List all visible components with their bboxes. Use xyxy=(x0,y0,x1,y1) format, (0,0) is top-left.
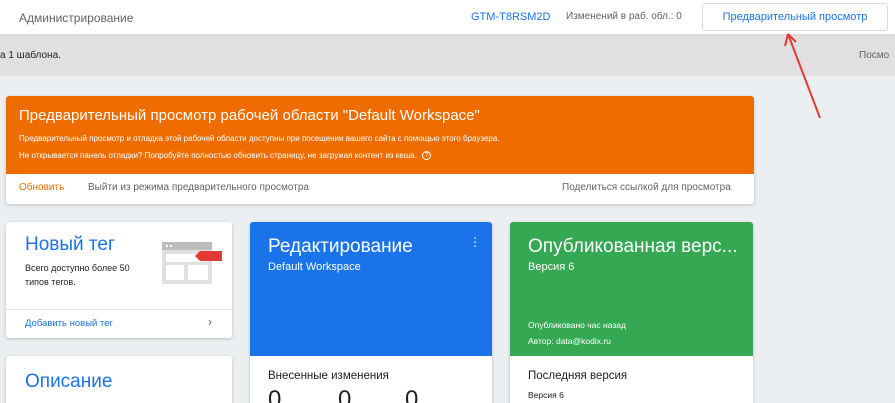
exit-preview-link[interactable]: Выйти из режима предварительного просмот… xyxy=(88,182,309,193)
published-time: Опубликовано час назад xyxy=(528,320,626,330)
top-bar: Администрирование GTM-T8RSM2D Изменений … xyxy=(0,0,895,35)
more-vert-icon[interactable]: ⋮ xyxy=(469,236,481,248)
workspace-edit-title: Редактирование xyxy=(268,236,413,257)
subbar-right-text: Посмо xyxy=(859,50,890,61)
new-tag-title[interactable]: Новый тег xyxy=(25,234,115,256)
preview-banner-line1: Предварительный просмотр и отладка этой … xyxy=(19,134,500,143)
published-version-header: Опубликованная верс... Версия 6 Опублико… xyxy=(510,222,753,356)
share-preview-link[interactable]: Поделиться ссылкой для просмотра xyxy=(562,182,731,193)
tag-illustration-icon xyxy=(162,242,222,284)
workspace-name: Default Workspace xyxy=(268,261,361,273)
published-version-card[interactable]: Опубликованная верс... Версия 6 Опублико… xyxy=(510,222,753,403)
latest-version-title: Последняя версия xyxy=(528,370,628,382)
help-icon[interactable]: ? xyxy=(421,151,431,160)
preview-banner-title: Предварительный просмотр рабочей области… xyxy=(19,107,480,124)
change-count: 0 xyxy=(338,386,352,403)
workspace-edit-card[interactable]: Редактирование Default Workspace ⋮ Внесе… xyxy=(250,222,492,403)
preview-banner: Предварительный просмотр рабочей области… xyxy=(6,96,754,174)
preview-banner-line2-text: Не открывается панель отладки? Попробуйт… xyxy=(19,151,417,160)
new-tag-card[interactable]: Новый тег Всего доступно более 50 типов … xyxy=(6,222,232,338)
changes-title: Внесенные изменения xyxy=(268,370,389,382)
change-count: 0 xyxy=(405,386,419,403)
container-id[interactable]: GTM-T8RSM2D xyxy=(471,11,550,23)
description-card[interactable]: Описание xyxy=(6,356,232,403)
card-divider xyxy=(6,309,232,310)
update-link[interactable]: Обновить xyxy=(19,182,64,193)
published-author: Автор: data@kodix.ru xyxy=(528,336,611,346)
workspace-edit-header: Редактирование Default Workspace ⋮ xyxy=(250,222,492,356)
annotation-arrow-icon xyxy=(784,33,821,119)
published-version-number: Версия 6 xyxy=(528,261,575,273)
latest-version-number: Версия 6 xyxy=(528,390,564,400)
new-tag-desc: Всего доступно более 50 типов тегов. xyxy=(25,263,130,287)
add-new-tag-link[interactable]: Добавить новый тег xyxy=(25,318,113,329)
preview-banner-line2: Не открывается панель отладки? Попробуйт… xyxy=(19,151,431,160)
change-count: 0 xyxy=(268,386,282,403)
workspace-changes: Изменений в раб. обл.: 0 xyxy=(566,11,682,22)
preview-card: Предварительный просмотр рабочей области… xyxy=(6,96,754,204)
admin-link[interactable]: Администрирование xyxy=(19,11,133,25)
subbar-left-text: а 1 шаблона. xyxy=(0,50,61,61)
published-version-title: Опубликованная верс... xyxy=(528,236,738,257)
chevron-right-icon[interactable]: › xyxy=(208,315,212,329)
description-title[interactable]: Описание xyxy=(25,371,112,393)
sub-bar: а 1 шаблона. Посмо xyxy=(0,36,895,76)
